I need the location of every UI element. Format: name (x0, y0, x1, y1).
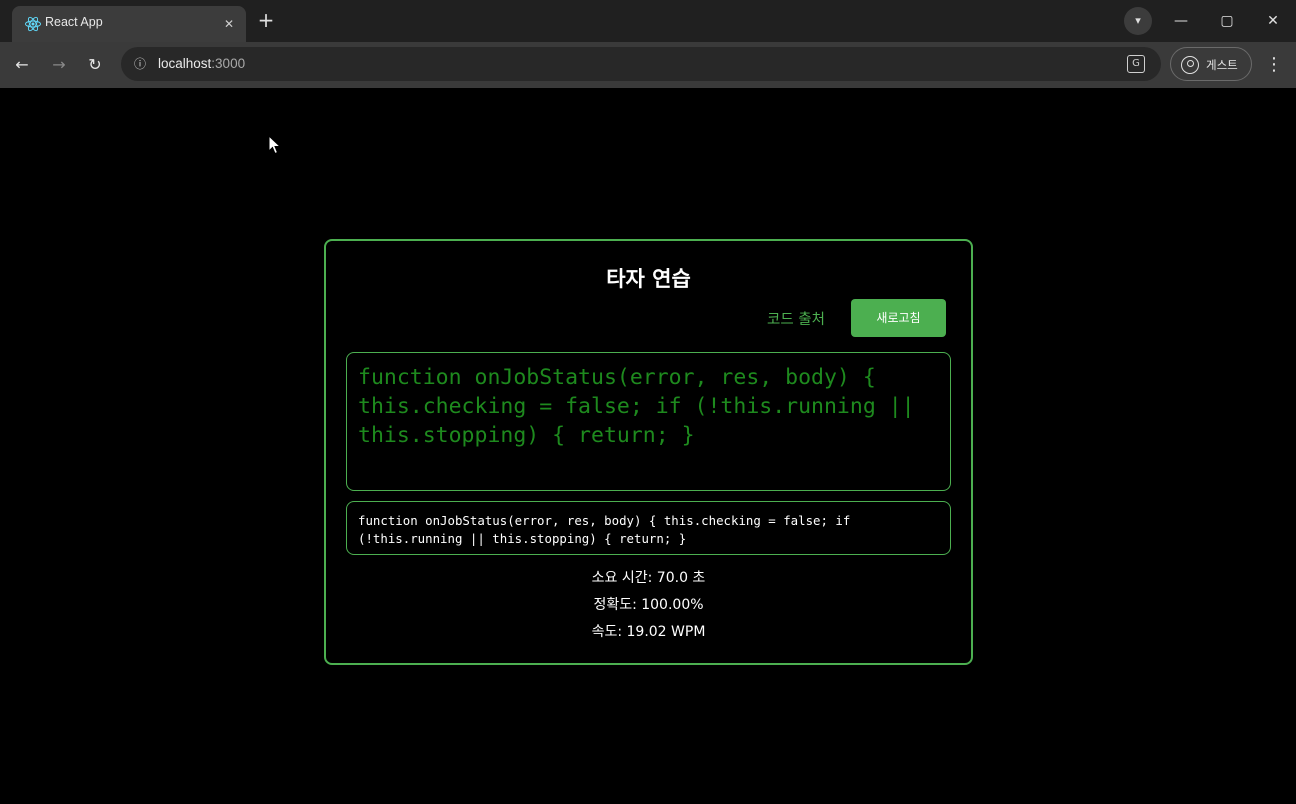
browser-tab[interactable]: React App ✕ (12, 6, 246, 42)
translate-icon[interactable]: G (1127, 55, 1145, 73)
tab-search-chevron-icon[interactable]: ▾ (1124, 7, 1152, 35)
code-source-link[interactable]: 코드 출처 (767, 308, 825, 329)
back-arrow-icon[interactable]: ← (9, 52, 35, 78)
speed-stat: 속도: 19.02 WPM (591, 624, 706, 640)
tab-close-icon[interactable]: ✕ (220, 15, 238, 33)
typing-practice-card: 타자 연습 코드 출처 새로고침 function onJobStatus(er… (324, 239, 973, 665)
mouse-cursor-icon (268, 135, 282, 155)
typing-input[interactable]: function onJobStatus(error, res, body) {… (346, 501, 951, 555)
url-port: :3000 (211, 56, 246, 71)
minimize-button[interactable]: — (1166, 8, 1196, 34)
more-menu-icon[interactable]: ⋮ (1263, 52, 1285, 78)
new-tab-button[interactable]: + (255, 10, 277, 32)
tab-strip: React App ✕ + ▾ — ▢ ✕ (0, 0, 1296, 42)
reload-icon[interactable]: ↻ (82, 52, 108, 78)
accuracy-stat: 정확도: 100.00% (593, 597, 704, 613)
profile-label: 게스트 (1206, 58, 1238, 72)
close-window-button[interactable]: ✕ (1258, 8, 1288, 34)
url-text[interactable]: localhost:3000 (158, 56, 245, 71)
maximize-button[interactable]: ▢ (1212, 8, 1242, 34)
site-info-icon[interactable]: ⓘ (129, 53, 151, 75)
forward-arrow-icon[interactable]: → (46, 52, 72, 78)
code-to-type: function onJobStatus(error, res, body) {… (346, 352, 951, 491)
page-title: 타자 연습 (606, 267, 691, 291)
refresh-button[interactable]: 새로고침 (851, 299, 946, 337)
account-circle-icon (1181, 56, 1199, 74)
elapsed-time-stat: 소요 시간: 70.0 초 (591, 570, 706, 586)
page-viewport: 타자 연습 코드 출처 새로고침 function onJobStatus(er… (0, 88, 1296, 804)
profile-button[interactable]: 게스트 (1170, 47, 1252, 81)
url-host: localhost (158, 56, 212, 71)
tab-title: React App (45, 15, 103, 29)
react-logo-icon (25, 16, 41, 32)
address-bar[interactable]: ⓘ localhost:3000 G (121, 47, 1161, 81)
browser-toolbar: ← → ↻ ⓘ localhost:3000 G 게스트 ⋮ (0, 42, 1296, 88)
